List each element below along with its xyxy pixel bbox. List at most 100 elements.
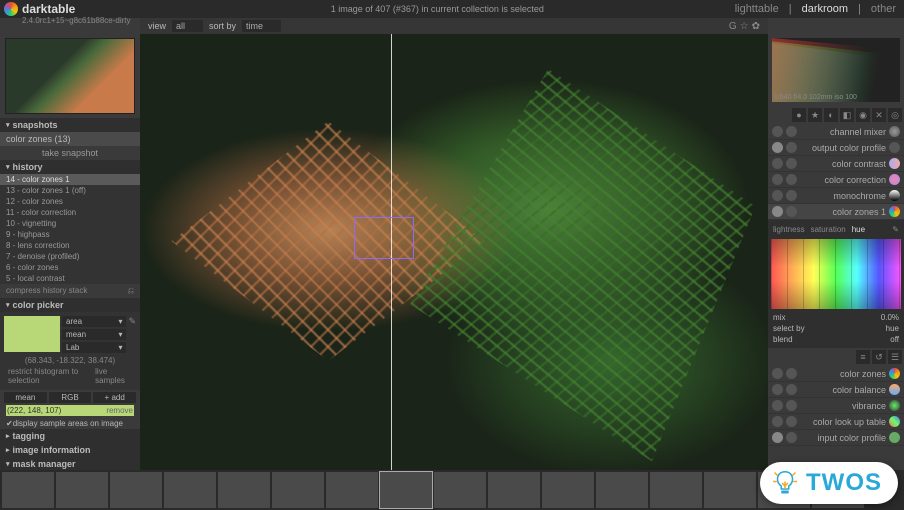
color-picker-body: area▾ mean▾ Lab▾ ✎ (68.343, -18.322, 38.… [0, 312, 140, 390]
app-logo [4, 2, 18, 16]
history-item[interactable]: 9 - highpass [0, 229, 140, 240]
history-item[interactable]: 5 - local contrast [0, 273, 140, 284]
history-item[interactable]: 8 - lens correction [0, 240, 140, 251]
history-item[interactable]: 11 - color correction [0, 207, 140, 218]
sep: | [854, 1, 865, 17]
live-samples[interactable]: live samples [95, 367, 132, 385]
mode-other[interactable]: other [867, 1, 900, 17]
module-color-correction[interactable]: color correction [768, 172, 904, 188]
module-input-color-profile[interactable]: input color profile [768, 430, 904, 446]
mode-darkroom[interactable]: darkroom [798, 1, 852, 17]
color-picker-header[interactable]: color picker [0, 298, 140, 312]
sep: | [785, 1, 796, 17]
group-effect-icon[interactable]: ◎ [888, 108, 902, 122]
film-thumb[interactable] [326, 472, 378, 508]
chevron-down-icon: ▾ [118, 330, 122, 339]
app-title: darktable [22, 2, 75, 16]
module-output-color-profile[interactable]: output color profile [768, 140, 904, 156]
group-fav-icon[interactable]: ★ [808, 108, 822, 122]
cz-blend-label: blend [773, 335, 793, 344]
film-thumb[interactable] [488, 472, 540, 508]
module-group-icons: ● ★ ◐ ◧ ◉ ✕ ◎ [768, 106, 904, 124]
filter-sort-select[interactable]: time [242, 20, 281, 32]
module-color-zones[interactable]: color zones [768, 366, 904, 382]
film-thumb[interactable] [2, 472, 54, 508]
group-tone-icon[interactable]: ◧ [840, 108, 854, 122]
display-samples-check[interactable]: ✔display sample areas on image [0, 418, 140, 429]
color-zones-graph[interactable] [771, 239, 901, 309]
image-info-header[interactable]: image information [0, 443, 140, 457]
compress-history-button[interactable]: compress history stack [6, 286, 87, 296]
add-sample-button[interactable]: + add [93, 392, 136, 403]
snapshot-item[interactable]: color zones (13) [0, 132, 140, 146]
history-item[interactable]: 10 - vignetting [0, 218, 140, 229]
image-canvas[interactable] [140, 34, 768, 470]
film-thumb-selected[interactable] [380, 472, 432, 508]
mask-manager-header[interactable]: mask manager [0, 457, 140, 470]
module-color-balance[interactable]: color balance [768, 382, 904, 398]
film-thumb[interactable] [164, 472, 216, 508]
reset-icon[interactable]: ↺ [872, 350, 886, 364]
film-thumb[interactable] [542, 472, 594, 508]
cz-eyedropper-icon[interactable]: ✎ [892, 225, 899, 234]
history-item[interactable]: 13 - color zones 1 (off) [0, 185, 140, 196]
sample-value: (222, 148, 107) remove [6, 405, 134, 416]
tagging-header[interactable]: tagging [0, 429, 140, 443]
cz-mix-label: mix [773, 313, 785, 322]
focus-icon[interactable]: G [729, 21, 737, 32]
navigation-thumbnail[interactable] [5, 38, 135, 114]
film-thumb[interactable] [110, 472, 162, 508]
preset-icon[interactable]: ☰ [888, 350, 902, 364]
gear-icon[interactable]: ✿ [752, 21, 760, 32]
history-item[interactable]: 12 - color zones [0, 196, 140, 207]
star-icon[interactable]: ☆ [740, 21, 749, 32]
picker-lab-select[interactable]: Lab▾ [62, 342, 126, 353]
film-thumb[interactable] [272, 472, 324, 508]
sample-cs[interactable]: RGB [49, 392, 92, 403]
eyedropper-icon[interactable]: ✎ [128, 316, 136, 355]
film-thumb[interactable] [650, 472, 702, 508]
picker-mean-select[interactable]: mean▾ [62, 329, 126, 340]
film-thumb[interactable] [704, 472, 756, 508]
multi-instance-icon[interactable]: ≡ [856, 350, 870, 364]
color-swatch [4, 316, 60, 352]
app-version: 2.4.0rc1+15~g8c61b88ce-dirty [22, 16, 131, 25]
cz-tab-hue[interactable]: hue [852, 225, 865, 234]
cz-blend-value[interactable]: off [890, 335, 899, 344]
module-color-contrast[interactable]: color contrast [768, 156, 904, 172]
history-item[interactable]: 7 - denoise (profiled) [0, 251, 140, 262]
group-color-icon[interactable]: ◉ [856, 108, 870, 122]
history-item[interactable]: 14 - color zones 1 [0, 174, 140, 185]
style-icon[interactable]: ⎌ [128, 286, 134, 296]
module-monochrome[interactable]: monochrome [768, 188, 904, 204]
restrict-histogram[interactable]: restrict histogram to selection [8, 367, 95, 385]
histogram[interactable]: 1/640 f/4.0 102mm iso 100 [772, 38, 900, 102]
left-panel: snapshots color zones (13) take snapshot… [0, 34, 140, 470]
group-basic-icon[interactable]: ◐ [824, 108, 838, 122]
history-list: 14 - color zones 1 13 - color zones 1 (o… [0, 174, 140, 284]
mode-lighttable[interactable]: lighttable [731, 1, 783, 17]
picker-selection-box[interactable] [354, 217, 414, 259]
take-snapshot-button[interactable]: take snapshot [0, 146, 140, 160]
sample-mode[interactable]: mean [4, 392, 47, 403]
module-color-zones-1[interactable]: color zones 1 [768, 204, 904, 220]
cz-tab-lightness[interactable]: lightness [773, 225, 805, 234]
module-vibrance[interactable]: vibrance [768, 398, 904, 414]
history-header[interactable]: history [0, 160, 140, 174]
film-thumb[interactable] [56, 472, 108, 508]
remove-sample-button[interactable]: remove [106, 406, 133, 415]
module-channel-mixer[interactable]: channel mixer [768, 124, 904, 140]
cz-tab-saturation[interactable]: saturation [811, 225, 846, 234]
film-thumb[interactable] [596, 472, 648, 508]
group-correct-icon[interactable]: ✕ [872, 108, 886, 122]
cz-select-value[interactable]: hue [886, 324, 899, 333]
filter-view-select[interactable]: all [172, 20, 203, 32]
group-active-icon[interactable]: ● [792, 108, 806, 122]
picker-area-select[interactable]: area▾ [62, 316, 126, 327]
film-thumb[interactable] [218, 472, 270, 508]
snapshots-header[interactable]: snapshots [0, 118, 140, 132]
history-item[interactable]: 6 - color zones [0, 262, 140, 273]
film-thumb[interactable] [434, 472, 486, 508]
module-color-lut[interactable]: color look up table [768, 414, 904, 430]
cz-mix-value[interactable]: 0.0% [881, 313, 899, 322]
